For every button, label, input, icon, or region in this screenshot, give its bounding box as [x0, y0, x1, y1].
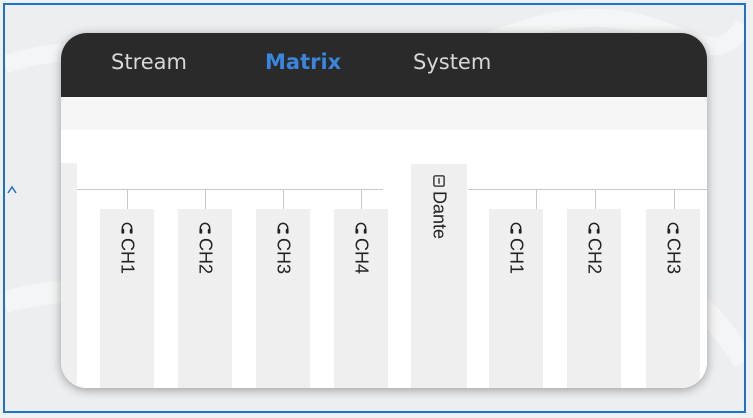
headphones-icon — [355, 222, 367, 234]
tree-connector — [536, 189, 537, 209]
matrix-view: CH1 CH2 CH3 CH4 Dante CH1 CH2 CH3 — [61, 130, 707, 388]
headphones-icon — [121, 222, 133, 234]
tab-stream[interactable]: Stream — [111, 50, 187, 74]
tree-connector — [674, 189, 675, 209]
channel-label: CH3 — [273, 238, 294, 275]
channel-label: CH1 — [506, 238, 527, 275]
tab-system[interactable]: System — [413, 50, 491, 74]
channel-label: CH2 — [195, 238, 216, 275]
channel-column[interactable]: CH4 — [334, 209, 388, 388]
channel-column[interactable]: CH1 — [100, 209, 154, 388]
dante-device-icon — [433, 175, 445, 187]
tree-connector — [283, 189, 284, 209]
channel-label: CH4 — [351, 238, 372, 275]
toolbar-strip — [61, 97, 707, 130]
tree-connector — [205, 189, 206, 209]
top-nav: Stream Matrix System — [61, 33, 707, 97]
app-panel: Stream Matrix System CH1 CH2 CH3 CH4 Dan… — [61, 33, 707, 388]
tab-matrix[interactable]: Matrix — [265, 50, 341, 74]
channel-column[interactable]: CH3 — [256, 209, 310, 388]
headphones-icon — [199, 222, 211, 234]
tree-connector — [595, 189, 596, 209]
channel-column[interactable]: CH2 — [178, 209, 232, 388]
dante-group-label: Dante — [429, 191, 450, 240]
channel-column[interactable]: CH2 — [567, 209, 621, 388]
channel-column[interactable]: CH1 — [489, 209, 543, 388]
headphones-icon — [510, 222, 522, 234]
tree-connector — [468, 189, 707, 190]
dante-group-column[interactable]: Dante — [411, 164, 467, 388]
headphones-icon — [588, 222, 600, 234]
tree-connector — [127, 189, 128, 209]
headphones-icon — [277, 222, 289, 234]
tree-connector — [77, 189, 383, 190]
matrix-column-partial — [61, 163, 77, 388]
caret-up-icon — [7, 185, 17, 194]
channel-column[interactable]: CH3 — [646, 209, 700, 388]
tree-connector — [361, 189, 362, 209]
channel-label: CH3 — [663, 238, 684, 275]
channel-label: CH1 — [117, 238, 138, 275]
channel-label: CH2 — [584, 238, 605, 275]
headphones-icon — [667, 222, 679, 234]
